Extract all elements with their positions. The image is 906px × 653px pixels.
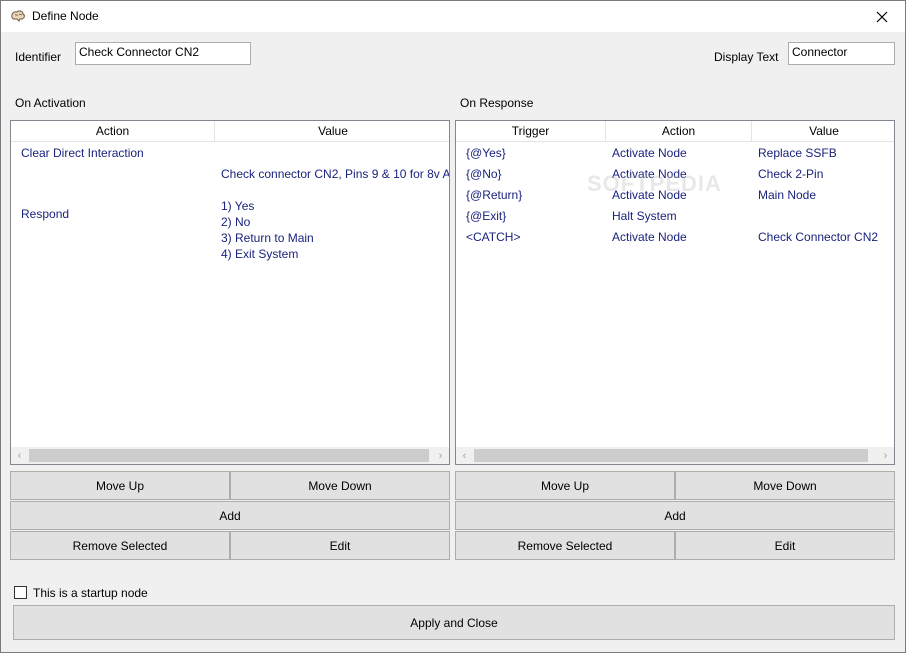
response-row-action[interactable]: Activate Node	[612, 145, 687, 161]
response-add-button[interactable]: Add	[455, 501, 895, 530]
response-edit-button[interactable]: Edit	[675, 531, 895, 560]
response-row-trigger[interactable]: <CATCH>	[466, 229, 520, 245]
scroll-left-icon[interactable]: ‹	[11, 447, 28, 464]
response-row-action[interactable]: Activate Node	[612, 187, 687, 203]
response-grid-header: Trigger Action Value	[456, 121, 894, 142]
on-response-title: On Response	[460, 96, 534, 110]
response-row-value[interactable]: Check 2-Pin	[758, 166, 823, 182]
response-row-trigger[interactable]: {@No}	[466, 166, 502, 182]
scroll-right-icon[interactable]: ›	[877, 447, 894, 464]
dialog-content: Identifier Check Connector CN2 Display T…	[2, 32, 905, 652]
column-header-action[interactable]: Action	[606, 121, 752, 142]
response-remove-selected-button[interactable]: Remove Selected	[455, 531, 675, 560]
scroll-right-icon[interactable]: ›	[432, 447, 449, 464]
response-row-value[interactable]: Replace SSFB	[758, 145, 837, 161]
identifier-label: Identifier	[15, 50, 62, 64]
column-header-value[interactable]: Value	[752, 121, 894, 142]
define-node-window: Define Node Identifier Check Connector C…	[0, 0, 906, 653]
on-activation-title: On Activation	[15, 96, 86, 110]
activation-row-action[interactable]: Clear Direct Interaction	[21, 145, 144, 161]
scrollbar-thumb[interactable]	[29, 449, 429, 462]
response-row-action[interactable]: Halt System	[612, 208, 677, 224]
response-row-value[interactable]: Main Node	[758, 187, 816, 203]
response-grid[interactable]: Trigger Action Value {@Yes} Activate Nod…	[455, 120, 895, 465]
activation-move-down-button[interactable]: Move Down	[230, 471, 450, 500]
activation-horizontal-scrollbar[interactable]: ‹ ›	[11, 447, 449, 464]
activation-row-value[interactable]: 1) Yes 2) No 3) Return to Main 4) Exit S…	[221, 198, 314, 262]
apply-and-close-button[interactable]: Apply and Close	[13, 605, 895, 640]
response-row-trigger[interactable]: {@Return}	[466, 187, 522, 203]
close-icon	[876, 11, 888, 22]
response-row-action[interactable]: Activate Node	[612, 166, 687, 182]
response-horizontal-scrollbar[interactable]: ‹ ›	[456, 447, 894, 464]
response-row-value[interactable]: Check Connector CN2	[758, 229, 878, 245]
response-row-trigger[interactable]: {@Yes}	[466, 145, 506, 161]
scrollbar-thumb[interactable]	[474, 449, 868, 462]
activation-remove-selected-button[interactable]: Remove Selected	[10, 531, 230, 560]
identifier-input[interactable]: Check Connector CN2	[75, 42, 251, 65]
startup-node-checkbox[interactable]	[14, 586, 27, 599]
activation-add-button[interactable]: Add	[10, 501, 450, 530]
display-text-input[interactable]: Connector	[788, 42, 895, 65]
startup-node-label[interactable]: This is a startup node	[33, 586, 148, 600]
response-row-trigger[interactable]: {@Exit}	[466, 208, 506, 224]
column-header-action[interactable]: Action	[11, 121, 215, 142]
response-move-down-button[interactable]: Move Down	[675, 471, 895, 500]
activation-grid[interactable]: Action Value Clear Direct Interaction Ch…	[10, 120, 450, 465]
activation-row-value[interactable]: Check connector CN2, Pins 9 & 10 for 8v …	[221, 166, 449, 182]
display-text-label: Display Text	[714, 50, 779, 64]
response-row-action[interactable]: Activate Node	[612, 229, 687, 245]
window-title: Define Node	[32, 9, 99, 23]
column-header-value[interactable]: Value	[215, 121, 449, 142]
activation-row-action[interactable]: Respond	[21, 206, 69, 222]
activation-grid-header: Action Value	[11, 121, 449, 142]
response-move-up-button[interactable]: Move Up	[455, 471, 675, 500]
close-button[interactable]	[859, 1, 905, 32]
title-bar: Define Node	[1, 1, 905, 32]
column-header-trigger[interactable]: Trigger	[456, 121, 606, 142]
activation-move-up-button[interactable]: Move Up	[10, 471, 230, 500]
brain-icon	[11, 10, 25, 22]
scroll-left-icon[interactable]: ‹	[456, 447, 473, 464]
activation-edit-button[interactable]: Edit	[230, 531, 450, 560]
